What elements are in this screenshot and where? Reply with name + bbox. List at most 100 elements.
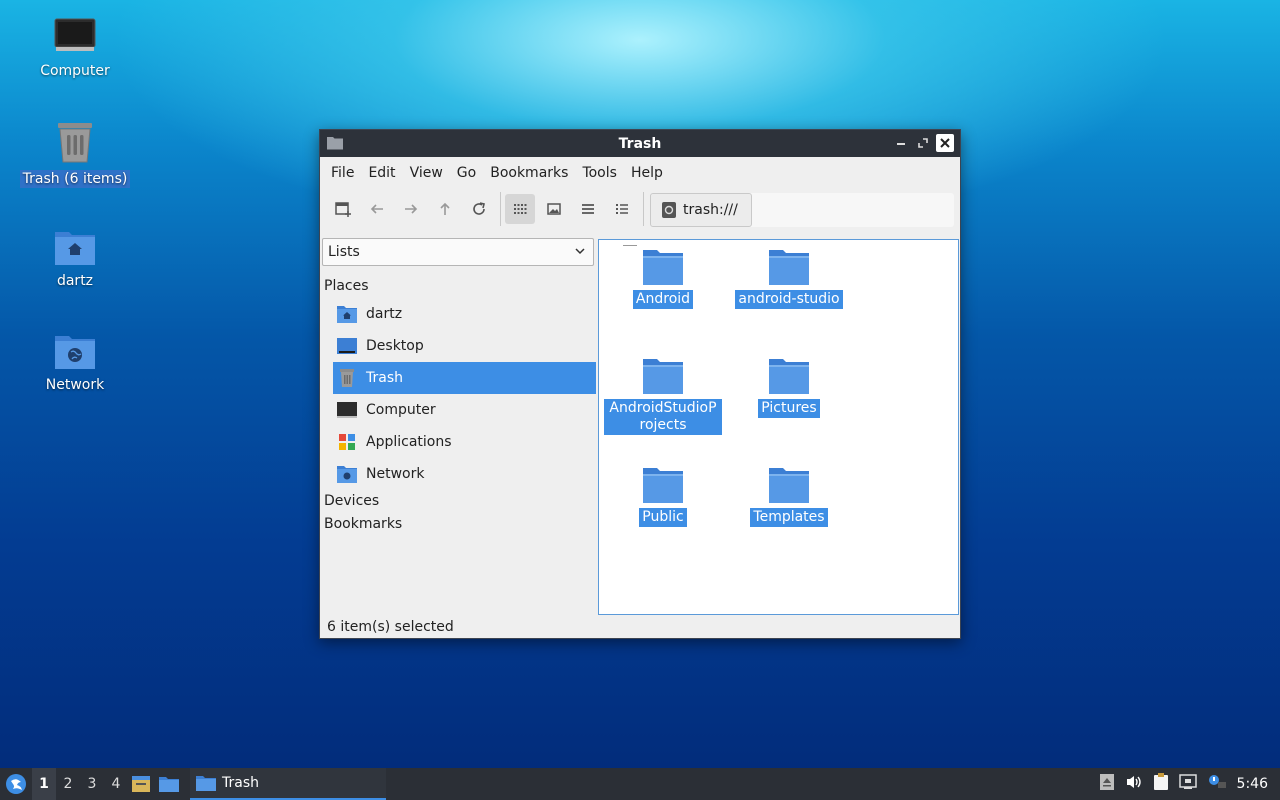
folder-icon: [643, 359, 683, 394]
file-item[interactable]: Android: [601, 248, 725, 309]
menu-go[interactable]: Go: [450, 165, 483, 181]
trash-location-icon: [662, 202, 676, 218]
desktop-icon-home[interactable]: dartz: [20, 228, 130, 290]
notification-button[interactable]: [1207, 774, 1227, 794]
show-desktop-button[interactable]: [128, 768, 154, 800]
forward-button[interactable]: [396, 194, 426, 224]
trash-icon: [340, 369, 354, 387]
file-label: Pictures: [758, 399, 820, 418]
chevron-down-icon: [575, 248, 585, 255]
sidebar-item-computer[interactable]: Computer: [333, 394, 596, 426]
workspace-4[interactable]: 4: [104, 768, 128, 800]
file-label: Templates: [750, 508, 828, 527]
start-menu-button[interactable]: [0, 768, 32, 800]
menu-help[interactable]: Help: [624, 165, 670, 181]
sidebar-item-label: Trash: [366, 370, 403, 386]
eject-icon: [1099, 774, 1114, 790]
computer-icon: [337, 402, 357, 418]
file-item[interactable]: Public: [601, 466, 725, 527]
desktop-icon: [337, 338, 357, 354]
file-label: AndroidStudioProjects: [604, 399, 722, 435]
reload-icon: [473, 202, 485, 215]
file-label: Public: [639, 508, 687, 527]
detailed-view-icon: [616, 204, 628, 214]
lxqt-logo-icon: [6, 774, 26, 794]
forward-icon: [405, 204, 418, 214]
network-folder-icon: [337, 466, 357, 483]
sidebar-item-label: Network: [366, 466, 425, 482]
status-bar-text: 6 item(s) selected: [327, 619, 454, 635]
file-view[interactable]: Android android-studio AndroidStudioProj…: [598, 239, 959, 615]
compact-view-button[interactable]: [573, 194, 603, 224]
volume-icon: [1126, 776, 1141, 788]
up-icon: [440, 202, 450, 215]
file-item[interactable]: AndroidStudioProjects: [601, 357, 725, 435]
up-button[interactable]: [430, 194, 460, 224]
sidebar-item-label: Desktop: [366, 338, 424, 354]
file-item[interactable]: android-studio: [727, 248, 851, 309]
icon-view-button[interactable]: [505, 194, 535, 224]
location-path-button[interactable]: trash:///: [650, 193, 752, 227]
menu-file[interactable]: File: [324, 165, 361, 181]
icon-view-icon: [514, 204, 527, 214]
devices-heading[interactable]: Devices: [324, 493, 379, 509]
folder-icon: [769, 359, 809, 394]
volume-button[interactable]: [1125, 774, 1143, 794]
thumbnail-view-button[interactable]: [539, 194, 569, 224]
clock[interactable]: 5:46: [1237, 776, 1268, 792]
network-folder-icon: [55, 336, 95, 369]
new-window-button[interactable]: [328, 194, 358, 224]
network-status-button[interactable]: [1178, 773, 1197, 795]
window-titlebar[interactable]: Trash: [320, 130, 960, 157]
sidebar-item-trash[interactable]: Trash: [333, 362, 596, 394]
thumbnail-view-icon: [547, 203, 561, 215]
sidebar-item-network[interactable]: Network: [333, 458, 596, 490]
folder-icon: [769, 468, 809, 503]
taskbar-window-trash[interactable]: Trash: [190, 768, 386, 800]
menu-view[interactable]: View: [403, 165, 450, 181]
menu-bookmarks[interactable]: Bookmarks: [483, 165, 575, 181]
folder-icon: [643, 468, 683, 503]
clipboard-icon: [1153, 773, 1168, 790]
workspace-3[interactable]: 3: [80, 768, 104, 800]
taskbar-window-label: Trash: [222, 775, 259, 791]
bookmarks-heading[interactable]: Bookmarks: [324, 516, 402, 532]
file-item[interactable]: Templates: [727, 466, 851, 527]
close-icon: [940, 138, 950, 148]
menu-edit[interactable]: Edit: [361, 165, 402, 181]
sidebar-item-dartz[interactable]: dartz: [333, 298, 596, 330]
minimize-button[interactable]: [892, 134, 910, 152]
minimize-icon: [897, 143, 905, 145]
close-button[interactable]: [936, 134, 954, 152]
workspace-2[interactable]: 2: [56, 768, 80, 800]
file-item[interactable]: Pictures: [727, 357, 851, 418]
desktop-icon-trash[interactable]: Trash (6 items): [19, 120, 131, 188]
toolbar: trash:///: [320, 189, 960, 229]
desktop-icon-label: dartz: [56, 273, 94, 289]
file-manager-launcher[interactable]: [154, 768, 184, 800]
desktop-icon-network[interactable]: Network: [20, 332, 130, 394]
sidebar-mode-value: Lists: [328, 244, 360, 260]
desktop-icon-computer[interactable]: Computer: [20, 18, 130, 80]
computer-icon: [54, 18, 96, 51]
places-heading[interactable]: Places: [324, 278, 369, 294]
maximize-button[interactable]: [914, 134, 932, 152]
toolbar-separator: [643, 192, 644, 226]
workspace-1[interactable]: 1: [32, 768, 56, 800]
folder-icon: [196, 776, 216, 791]
rubberband-marker: [623, 245, 637, 246]
location-bar[interactable]: trash:///: [650, 193, 954, 227]
system-tray: 5:46: [1099, 768, 1280, 800]
sidebar-item-label: Computer: [366, 402, 436, 418]
desktop-icon-label: Computer: [40, 63, 110, 79]
menu-tools[interactable]: Tools: [575, 165, 624, 181]
sidebar-mode-select[interactable]: Lists: [322, 238, 594, 266]
sidebar-item-desktop[interactable]: Desktop: [333, 330, 596, 362]
detailed-view-button[interactable]: [607, 194, 637, 224]
sidebar-item-applications[interactable]: Applications: [333, 426, 596, 458]
file-label: android-studio: [735, 290, 843, 309]
reload-button[interactable]: [464, 194, 494, 224]
eject-button[interactable]: [1099, 773, 1115, 795]
clipboard-button[interactable]: [1153, 773, 1169, 795]
back-button[interactable]: [362, 194, 392, 224]
